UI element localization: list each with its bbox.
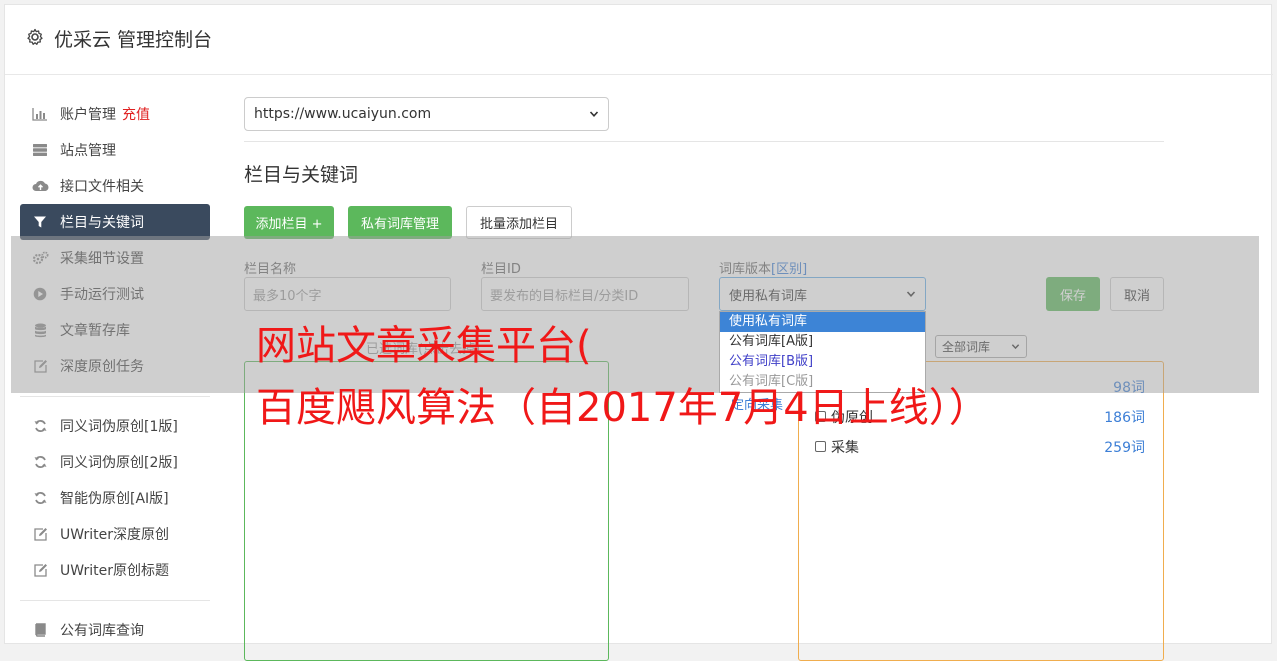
sidebar-item-ai-rewrite[interactable]: 智能伪原创[AI版] bbox=[20, 480, 210, 516]
bar-chart-icon bbox=[31, 106, 49, 122]
server-icon bbox=[31, 142, 49, 158]
refresh-icon bbox=[31, 490, 49, 506]
batch-add-column-button[interactable]: 批量添加栏目 bbox=[466, 206, 572, 239]
sidebar-item-label: UWriter原创标题 bbox=[60, 563, 169, 579]
sidebar-item-label: UWriter深度原创 bbox=[60, 527, 169, 543]
sidebar-item-interface-files[interactable]: 接口文件相关 bbox=[20, 168, 210, 204]
checkbox[interactable] bbox=[815, 441, 826, 452]
dropdown-option-public-a[interactable]: 公有词库[A版] bbox=[720, 332, 925, 352]
gear-icon bbox=[27, 28, 43, 45]
sidebar-item-account[interactable]: 账户管理 充值 bbox=[20, 96, 210, 132]
edit-icon bbox=[31, 526, 49, 542]
refresh-icon bbox=[31, 418, 49, 434]
sidebar-item-columns-keywords[interactable]: 栏目与关键词 bbox=[20, 204, 210, 240]
top-bar: 优采云 管理控制台 bbox=[5, 5, 1273, 75]
site-select-value: https://www.ucaiyun.com bbox=[254, 106, 432, 122]
gray-overlay-band bbox=[11, 236, 1259, 393]
sidebar-divider bbox=[20, 600, 210, 601]
recharge-link[interactable]: 充值 bbox=[122, 104, 150, 124]
list-item[interactable]: 采集 259词 bbox=[815, 437, 1145, 457]
sidebar-item-label: 站点管理 bbox=[60, 143, 116, 159]
cloud-upload-icon bbox=[31, 178, 49, 194]
sidebar-item-label: 账户管理 bbox=[60, 107, 116, 123]
sidebar-item-label: 同义词伪原创[2版] bbox=[60, 455, 178, 471]
sidebar-item-uwriter-deep[interactable]: UWriter深度原创 bbox=[20, 516, 210, 552]
add-column-button[interactable]: 添加栏目 + bbox=[244, 206, 334, 239]
chevron-down-icon bbox=[589, 111, 599, 117]
dropdown-option-private[interactable]: 使用私有词库 bbox=[720, 312, 925, 332]
sidebar-item-synonym-v1[interactable]: 同义词伪原创[1版] bbox=[20, 408, 210, 444]
sidebar-item-label: 栏目与关键词 bbox=[60, 215, 144, 231]
private-lib-button[interactable]: 私有词库管理 bbox=[348, 206, 452, 239]
sidebar-item-public-lib-query[interactable]: 公有词库查询 bbox=[20, 612, 210, 648]
overlay-text-line1: 网站文章采集平台( bbox=[256, 323, 592, 369]
word-count: 186词 bbox=[1104, 410, 1145, 426]
dropdown-option-public-b[interactable]: 公有词库[B版] bbox=[720, 352, 925, 372]
page-title: 栏目与关键词 bbox=[244, 164, 359, 186]
sidebar-item-uwriter-title[interactable]: UWriter原创标题 bbox=[20, 552, 210, 588]
sidebar-item-label: 智能伪原创[AI版] bbox=[60, 491, 169, 507]
sidebar-item-sites[interactable]: 站点管理 bbox=[20, 132, 210, 168]
sidebar-item-label: 同义词伪原创[1版] bbox=[60, 419, 178, 435]
overlay-text-line2: 百度飓风算法（自2017年7月4日上线）） bbox=[256, 385, 989, 431]
sidebar-item-label: 接口文件相关 bbox=[60, 179, 144, 195]
filter-icon bbox=[31, 214, 49, 230]
sidebar-item-label: 公有词库查询 bbox=[60, 623, 144, 639]
refresh-icon bbox=[31, 454, 49, 470]
site-select[interactable]: https://www.ucaiyun.com bbox=[244, 97, 609, 131]
sidebar-item-synonym-v2[interactable]: 同义词伪原创[2版] bbox=[20, 444, 210, 480]
edit-icon bbox=[31, 562, 49, 578]
main-divider bbox=[244, 141, 1164, 142]
sidebar-divider bbox=[20, 396, 210, 397]
word-count: 259词 bbox=[1104, 440, 1145, 456]
lib-name: 采集 bbox=[815, 437, 859, 457]
app-title: 优采云 管理控制台 bbox=[54, 29, 213, 51]
